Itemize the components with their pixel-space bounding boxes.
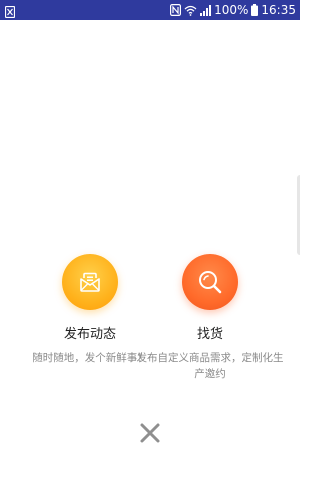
magnifier-icon [199,271,222,294]
close-button[interactable] [138,421,162,445]
edge-panel-handle[interactable] [297,175,300,255]
nfc-icon [170,4,182,16]
wifi-icon [184,5,197,16]
close-icon [140,423,160,443]
find-goods-button[interactable] [182,254,238,310]
publish-moment-button[interactable] [62,254,118,310]
find-goods-title: 找货 [196,327,223,342]
status-bar: 100% 16:35 [0,0,300,20]
publish-menu-screen: 100% 16:35 发布动态 随时随地，发个新鲜事！ 找货 发布自定义商品需求… [0,0,300,500]
app-notification-icon [4,3,16,19]
find-goods-description: 发布自定义商品需求，定制化生产邀约 [136,352,284,380]
find-goods-option[interactable]: 找货 发布自定义商品需求，定制化生产邀约 [135,254,285,382]
signal-icon [200,4,212,16]
status-time: 16:35 [261,3,296,17]
battery-percent: 100% [214,3,249,17]
status-icons: 100% 16:35 [170,0,296,20]
battery-icon [251,4,259,16]
envelope-icon [80,272,100,292]
